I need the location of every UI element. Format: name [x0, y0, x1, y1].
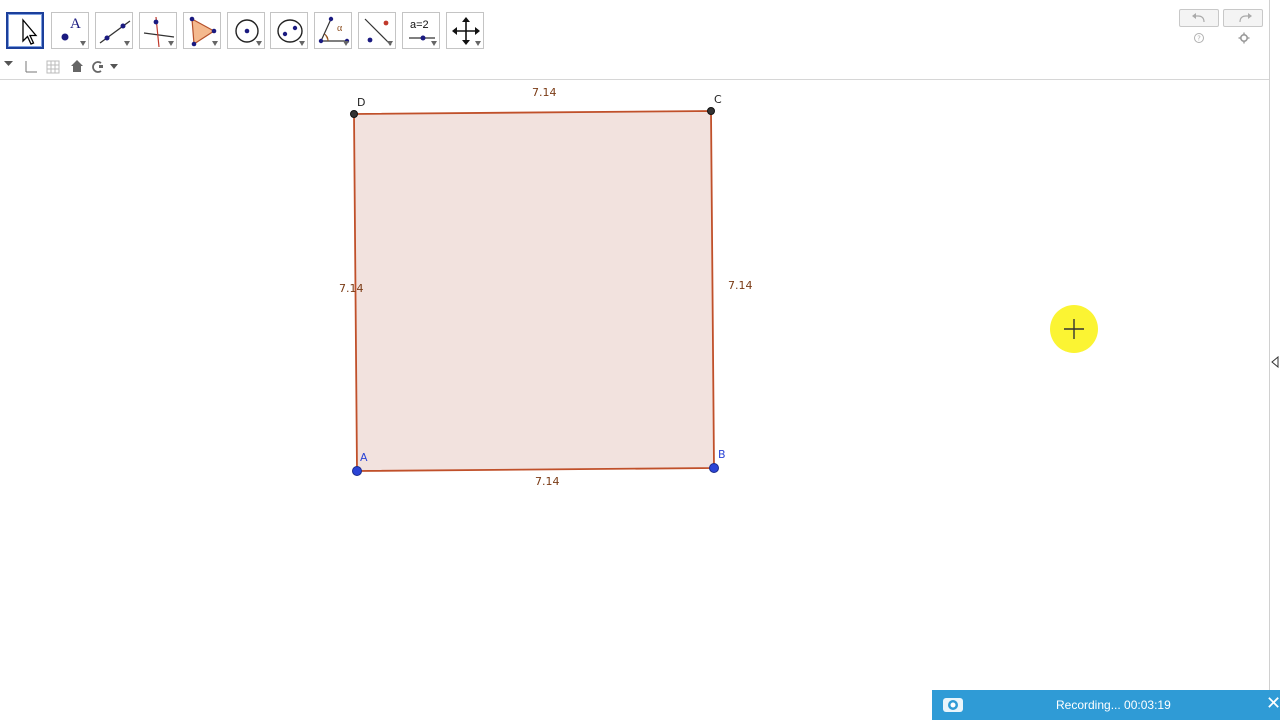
graphics-canvas[interactable]: 7.14 7.14 7.14 7.14 A B C D	[0, 80, 1270, 720]
angle-tool-glyph: α	[337, 23, 343, 34]
angle-tool[interactable]: α	[314, 12, 352, 49]
point-b-label: B	[718, 448, 726, 461]
recording-notification: Recording... 00:03:19 ✕	[932, 690, 1280, 720]
close-icon[interactable]: ✕	[1266, 694, 1280, 714]
point-capturing-icon[interactable]	[91, 60, 121, 74]
polygon-tool[interactable]	[183, 12, 221, 49]
graphics-view[interactable]: 7.14 7.14 7.14 7.14 A B C D	[0, 80, 1270, 720]
square-polygon[interactable]	[353, 110, 715, 472]
dropdown-triangle-icon	[387, 41, 393, 46]
gear-icon[interactable]	[1238, 32, 1250, 44]
view-divider	[1269, 0, 1270, 720]
dropdown-triangle-icon	[80, 41, 86, 46]
screen-recorder-icon	[943, 698, 963, 712]
undo-icon	[1192, 13, 1205, 23]
help-icon[interactable]: ?	[1193, 32, 1205, 44]
home-icon[interactable]	[70, 59, 84, 73]
reflect-tool[interactable]	[358, 12, 396, 49]
toggle-stylebar-icon[interactable]	[4, 61, 14, 69]
point-c[interactable]	[707, 107, 715, 115]
point-d-label: D	[357, 96, 365, 109]
cursor-highlight	[1050, 305, 1098, 353]
move-graphics-view-tool[interactable]	[446, 12, 484, 49]
slider-tool[interactable]: a=2	[402, 12, 440, 49]
segment-length-bottom: 7.14	[535, 475, 560, 488]
point-d[interactable]	[350, 110, 358, 118]
dropdown-triangle-icon	[343, 41, 349, 46]
segment-length-top: 7.14	[532, 86, 557, 99]
dropdown-triangle-icon	[168, 41, 174, 46]
move-tool[interactable]	[6, 12, 44, 49]
arrow-cursor-icon	[22, 18, 38, 45]
point-b[interactable]	[709, 463, 719, 473]
grid-icon[interactable]	[46, 60, 60, 74]
style-bar	[0, 54, 1270, 80]
dropdown-triangle-icon	[299, 41, 305, 46]
point-c-label: C	[714, 93, 722, 106]
segment-length-right: 7.14	[728, 279, 753, 292]
svg-text:?: ?	[1197, 35, 1201, 43]
toolbar: A α a=2 ?	[0, 0, 1270, 55]
dropdown-triangle-icon	[431, 41, 437, 46]
dropdown-triangle-icon	[212, 41, 218, 46]
dropdown-triangle-icon	[475, 41, 481, 46]
dropdown-triangle-icon	[256, 41, 262, 46]
redo-icon	[1239, 13, 1252, 23]
undo-button[interactable]	[1179, 9, 1219, 27]
point-a[interactable]	[352, 466, 362, 476]
redo-button[interactable]	[1223, 9, 1263, 27]
circle-tool[interactable]	[227, 12, 265, 49]
recording-status: Recording... 00:03:19	[1056, 698, 1171, 712]
point-tool-glyph: A	[70, 16, 81, 32]
expand-panel-icon[interactable]	[1271, 356, 1279, 368]
segment-length-left: 7.14	[339, 282, 364, 295]
point-tool[interactable]: A	[51, 12, 89, 49]
axes-icon[interactable]	[24, 60, 38, 74]
line-tool[interactable]	[95, 12, 133, 49]
conic-tool[interactable]	[270, 12, 308, 49]
dropdown-triangle-icon	[124, 41, 130, 46]
perpendicular-line-tool[interactable]	[139, 12, 177, 49]
point-a-label: A	[360, 451, 368, 464]
